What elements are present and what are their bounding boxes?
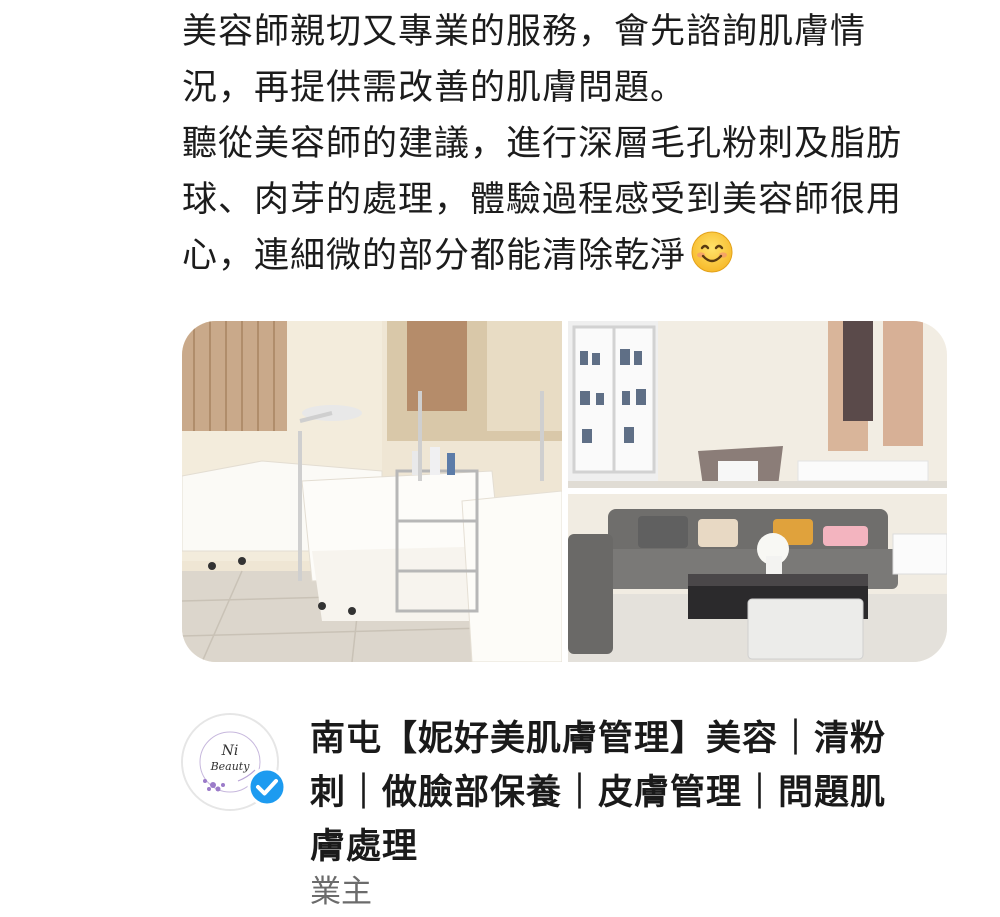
review-body: 美容師親切又專業的服務，會先諮詢肌膚情 況，再提供需改善的肌膚問題。 聽從美容師…: [182, 4, 952, 284]
review-post: 美容師親切又專業的服務，會先諮詢肌膚情 況，再提供需改善的肌膚問題。 聽從美容師…: [0, 0, 1000, 917]
svg-text:Beauty: Beauty: [210, 760, 251, 773]
svg-text:Ni: Ni: [221, 743, 239, 759]
review-line: 聽從美容師的建議，進行深層毛孔粉刺及脂肪: [182, 124, 903, 164]
lounge-sofa-photo[interactable]: [568, 494, 947, 662]
business-name-link[interactable]: 南屯【妮好美肌膚管理】美容｜清粉 刺｜做臉部保養｜皮膚管理｜問題肌 膚處理: [310, 712, 930, 874]
review-line: 球、肉芽的處理，體驗過程感受到美容師很用: [182, 180, 903, 220]
verified-badge-icon: [247, 767, 287, 807]
review-line: 況，再提供需改善的肌膚問題。: [182, 68, 687, 108]
review-line: 美容師親切又專業的服務，會先諮詢肌膚情: [182, 12, 867, 52]
smiling-face-emoji-icon: [691, 231, 733, 273]
review-line-last: 心，連細微的部分都能清除乾淨: [182, 228, 952, 284]
treatment-room-photo[interactable]: [182, 321, 562, 662]
business-avatar[interactable]: Ni Beauty: [181, 713, 287, 811]
business-name-line: 南屯【妮好美肌膚管理】美容｜清粉: [310, 719, 887, 759]
display-cabinet-room-photo[interactable]: [568, 321, 947, 488]
photo-collage[interactable]: [182, 321, 947, 662]
business-name-line: 刺｜做臉部保養｜皮膚管理｜問題肌: [310, 773, 887, 813]
review-line-text: 心，連細微的部分都能清除乾淨: [182, 236, 687, 276]
business-name-line: 膚處理: [310, 827, 419, 867]
owner-label: 業主: [310, 874, 372, 910]
